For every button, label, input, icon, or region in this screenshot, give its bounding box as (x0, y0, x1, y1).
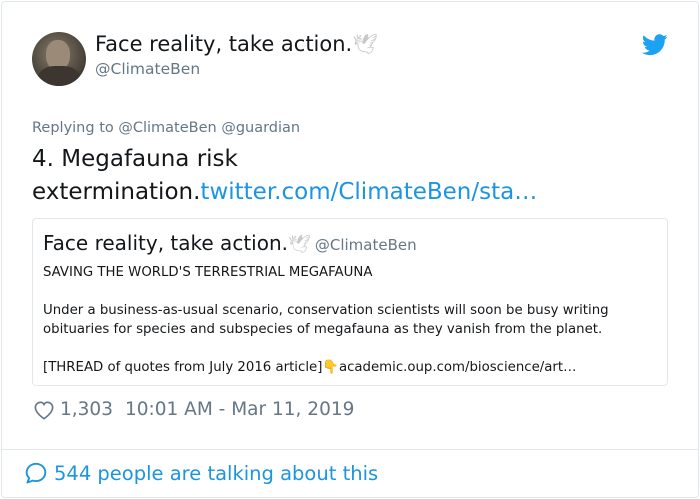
replying-to-label: Replying to (32, 120, 114, 136)
avatar[interactable] (32, 32, 86, 86)
quoted-author-handle: @ClimateBen (314, 236, 417, 254)
tweet-text: 4. Megafauna risk extermination.twitter.… (32, 143, 592, 209)
quoted-tweet-body: SAVING THE WORLD'S TERRESTRIAL MEGAFAUNA… (43, 263, 658, 377)
pointing-down-icon: 👇 (322, 360, 339, 375)
author-name[interactable]: Face reality, take action. (95, 32, 352, 56)
quoted-dove-icon: 🕊 (287, 234, 311, 255)
replying-to: Replying to @ClimateBen @guardian (32, 120, 300, 136)
twitter-bird-icon[interactable] (642, 34, 668, 56)
quoted-heading: SAVING THE WORLD'S TERRESTRIAL MEGAFAUNA (43, 265, 373, 280)
speech-bubble-icon (25, 462, 47, 484)
avatar-body (38, 66, 80, 86)
author-name-row[interactable]: Face reality, take action.🕊 (95, 32, 378, 56)
dove-icon: 🕊 (352, 32, 378, 56)
quoted-tweet[interactable]: Face reality, take action.🕊 @ClimateBen S… (32, 218, 668, 386)
quoted-paragraph: Under a business-as-usual scenario, cons… (43, 303, 609, 337)
quoted-author-name: Face reality, take action. (43, 231, 288, 255)
replying-to-mentions[interactable]: @ClimateBen @guardian (118, 120, 300, 136)
author-handle[interactable]: @ClimateBen (95, 60, 200, 78)
quoted-tweet-header: Face reality, take action.🕊 @ClimateBen (43, 231, 417, 255)
talking-about-link[interactable]: 544 people are talking about this (24, 461, 378, 485)
tweet-timestamp[interactable]: 10:01 AM - Mar 11, 2019 (125, 399, 354, 420)
tweet-meta: 1,303 10:01 AM - Mar 11, 2019 (33, 399, 354, 420)
footer-divider (1, 449, 699, 450)
quoted-thread-line: [THREAD of quotes from July 2016 article… (43, 358, 658, 377)
heart-icon[interactable] (33, 400, 55, 420)
quoted-thread-note: [THREAD of quotes from July 2016 article… (43, 360, 323, 375)
quoted-link: academic.oup.com/bioscience/art… (338, 360, 577, 375)
talking-about-text[interactable]: 544 people are talking about this (54, 462, 378, 485)
like-count[interactable]: 1,303 (60, 399, 113, 420)
tweet-link[interactable]: twitter.com/ClimateBen/sta… (200, 179, 537, 205)
